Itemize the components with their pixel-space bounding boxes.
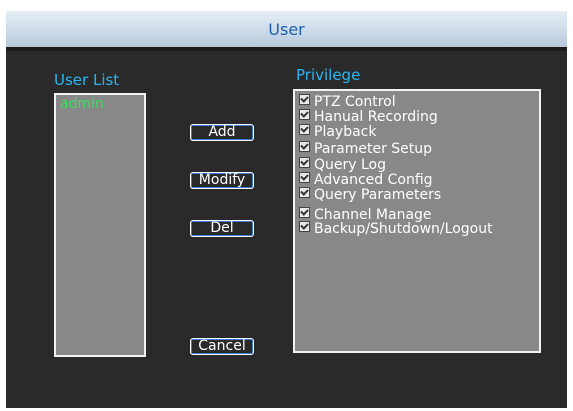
privilege-item-query-log[interactable]: Query Log [299,157,386,172]
user-list-item-admin[interactable]: admin [60,96,104,112]
privilege-list: PTZ Control Hanual Recording Playback Pa… [293,89,541,353]
checkbox-icon[interactable] [299,172,310,183]
checkbox-icon[interactable] [299,94,310,105]
checkbox-icon[interactable] [299,221,310,232]
add-button[interactable]: Add [190,124,254,141]
checkbox-icon[interactable] [299,157,310,168]
checkbox-icon[interactable] [299,109,310,120]
privilege-item-channel-manage[interactable]: Channel Manage [299,207,432,222]
checkbox-icon[interactable] [299,207,310,218]
user-list-label: User List [54,71,120,89]
privilege-item-ptz-control[interactable]: PTZ Control [299,94,396,109]
privilege-item-playback[interactable]: Playback [299,124,376,139]
title-bar: User [6,11,567,51]
checkbox-icon[interactable] [299,141,310,152]
user-dialog: User User List admin Add Modify Del Canc… [6,11,567,408]
privilege-item-backup-shutdown-logout[interactable]: Backup/Shutdown/Logout [299,221,493,236]
user-list[interactable]: admin [54,93,146,357]
privilege-item-parameter-setup[interactable]: Parameter Setup [299,141,432,156]
checkbox-icon[interactable] [299,187,310,198]
privilege-item-manual-recording[interactable]: Hanual Recording [299,109,438,124]
modify-button[interactable]: Modify [190,172,254,189]
checkbox-icon[interactable] [299,124,310,135]
privilege-item-advanced-config[interactable]: Advanced Config [299,172,433,187]
privilege-label: Privilege [296,66,361,84]
window-title: User [268,20,305,39]
privilege-item-query-parameters[interactable]: Query Parameters [299,187,441,202]
cancel-button[interactable]: Cancel [190,338,254,355]
del-button[interactable]: Del [190,220,254,237]
